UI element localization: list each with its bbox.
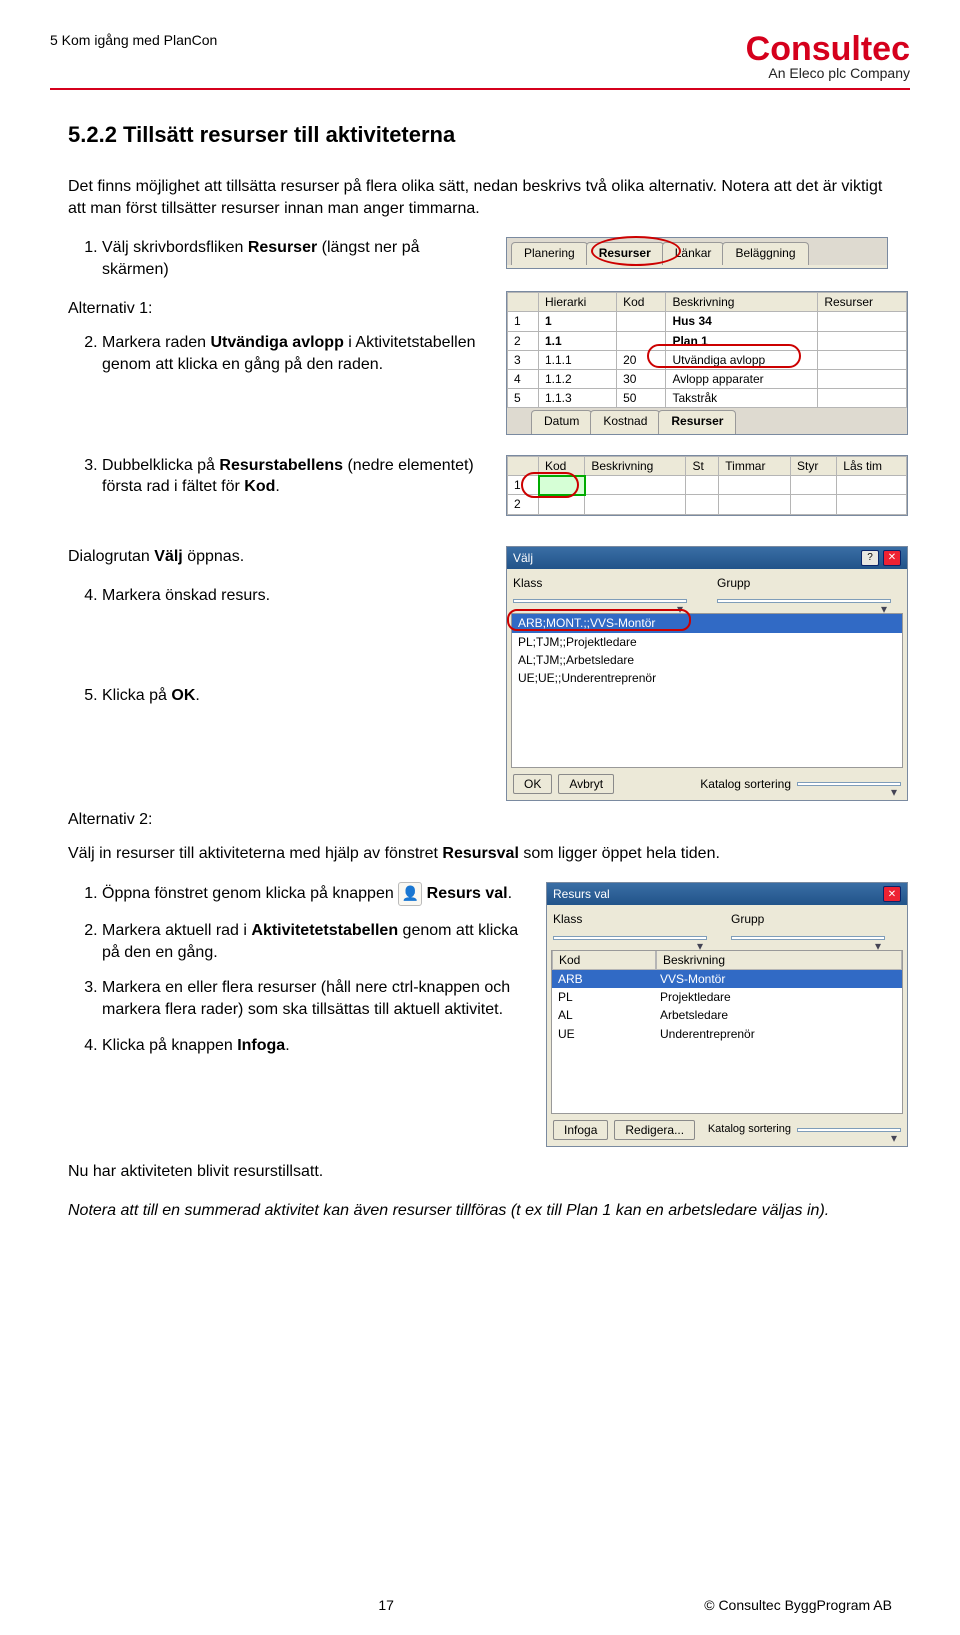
grupp-select[interactable]	[717, 599, 891, 603]
tab-planering[interactable]: Planering	[511, 242, 588, 265]
alt2-intro: Välj in resurser till aktiviteterna med …	[68, 843, 892, 865]
step-5: Klicka på OK.	[102, 685, 488, 707]
step-2: Markera raden Utvändiga avlopp i Aktivit…	[102, 332, 488, 375]
screenshot-valj-dialog: Välj ? ✕ Klass Grupp	[506, 546, 908, 801]
resurs-val-icon[interactable]: 👤	[398, 882, 422, 906]
alt2-step-1: Öppna fönstret genom klicka på knappen 👤…	[102, 882, 528, 906]
screenshot-resursval-dialog: Resurs val ✕ Klass Grupp	[546, 882, 908, 1147]
label-katalog: Katalog sortering	[700, 776, 791, 792]
grupp-select[interactable]	[731, 936, 885, 940]
note-paragraph: Notera att till en summerad aktivitet ka…	[68, 1200, 892, 1222]
label-klass: Klass	[513, 575, 687, 591]
step-1: Välj skrivbordsfliken Resurser (längst n…	[102, 237, 488, 280]
page-number: 17	[378, 1597, 394, 1613]
screenshot-resource-table: Kod Beskrivning St Timmar Styr Lås tim 1…	[506, 455, 908, 516]
list-item[interactable]: AL;TJM;;Arbetsledare	[512, 651, 902, 669]
close-button[interactable]: ✕	[883, 550, 901, 566]
redigera-button[interactable]: Redigera...	[614, 1120, 695, 1140]
table-row[interactable]: 41.1.230Avlopp apparater	[508, 370, 907, 389]
screenshot-tabs: Planering Resurser Länkar Beläggning	[506, 237, 888, 269]
section-heading: 5.2.2 Tillsätt resurser till aktiviteter…	[68, 120, 892, 150]
table-row[interactable]: 51.1.350Takstråk	[508, 389, 907, 408]
table-row-selected[interactable]: 31.1.120Utvändiga avlopp	[508, 350, 907, 369]
tab-resurser[interactable]: Resurser	[586, 242, 664, 265]
col-beskrivning: Beskrivning	[656, 951, 902, 969]
table-row[interactable]: 2	[508, 495, 907, 514]
tab-belaggning[interactable]: Beläggning	[722, 242, 808, 265]
window-title: Resurs val	[553, 886, 610, 902]
step-4: Markera önskad resurs.	[102, 585, 488, 607]
subtab-resurser[interactable]: Resurser	[658, 410, 736, 433]
table-row[interactable]: 11Hus 34	[508, 312, 907, 331]
list-item[interactable]: PL Projektledare	[552, 988, 902, 1006]
alt2-step-3: Markera en eller flera resurser (håll ne…	[102, 977, 528, 1020]
copyright: © Consultec ByggProgram AB	[704, 1597, 892, 1613]
window-title: Välj	[513, 550, 533, 566]
dialog-open-line: Dialogrutan Välj öppnas.	[68, 546, 488, 568]
label-katalog: Katalog sortering	[708, 1122, 791, 1137]
tab-lankar[interactable]: Länkar	[662, 242, 725, 265]
intro-paragraph: Det finns möjlighet att tillsätta resurs…	[68, 176, 892, 219]
klass-select[interactable]	[553, 936, 707, 940]
closing-line: Nu har aktiviteten blivit resurstillsatt…	[68, 1161, 892, 1183]
subtab-kostnad[interactable]: Kostnad	[590, 410, 660, 433]
list-item-selected[interactable]: ARB VVS-Montör	[552, 970, 902, 988]
col-kod: Kod	[552, 951, 656, 969]
katalog-select[interactable]	[797, 1128, 901, 1132]
label-klass: Klass	[553, 911, 707, 927]
alt2-step-2: Markera aktuell rad i Aktivitetetstabell…	[102, 920, 528, 963]
alt2-step-4: Klicka på knappen Infoga.	[102, 1035, 528, 1057]
step-3: Dubbelklicka på Resurstabellens (nedre e…	[102, 455, 488, 498]
avbryt-button[interactable]: Avbryt	[558, 774, 614, 794]
list-item[interactable]: UE Underentreprenör	[552, 1025, 902, 1043]
list-item[interactable]: UE;UE;;Underentreprenör	[512, 669, 902, 687]
header-breadcrumb: 5 Kom igång med PlanCon	[50, 32, 217, 48]
screenshot-activity-table: Hierarki Kod Beskrivning Resurser 11Hus …	[506, 291, 908, 434]
alternative-2-label: Alternativ 2:	[68, 809, 892, 831]
alternative-1-label: Alternativ 1:	[68, 298, 488, 320]
katalog-select[interactable]	[797, 782, 901, 786]
label-grupp: Grupp	[731, 911, 885, 927]
list-item[interactable]: PL;TJM;;Projektledare	[512, 633, 902, 651]
table-row[interactable]: 21.1Plan 1	[508, 331, 907, 350]
list-item-selected[interactable]: ARB;MONT.;;VVS-Montör	[512, 614, 902, 632]
ok-button[interactable]: OK	[513, 774, 552, 794]
close-button[interactable]: ✕	[883, 886, 901, 902]
subtab-datum[interactable]: Datum	[531, 410, 592, 433]
infoga-button[interactable]: Infoga	[553, 1120, 608, 1140]
logo-main: Consultec	[746, 32, 910, 68]
table-row[interactable]: 1	[508, 476, 907, 495]
klass-select[interactable]	[513, 599, 687, 603]
help-button[interactable]: ?	[861, 550, 879, 566]
logo-sub: An Eleco plc Company	[746, 66, 910, 81]
list-item[interactable]: AL Arbetsledare	[552, 1006, 902, 1024]
logo: Consultec An Eleco plc Company	[746, 32, 910, 80]
header-rule	[50, 88, 910, 90]
label-grupp: Grupp	[717, 575, 891, 591]
